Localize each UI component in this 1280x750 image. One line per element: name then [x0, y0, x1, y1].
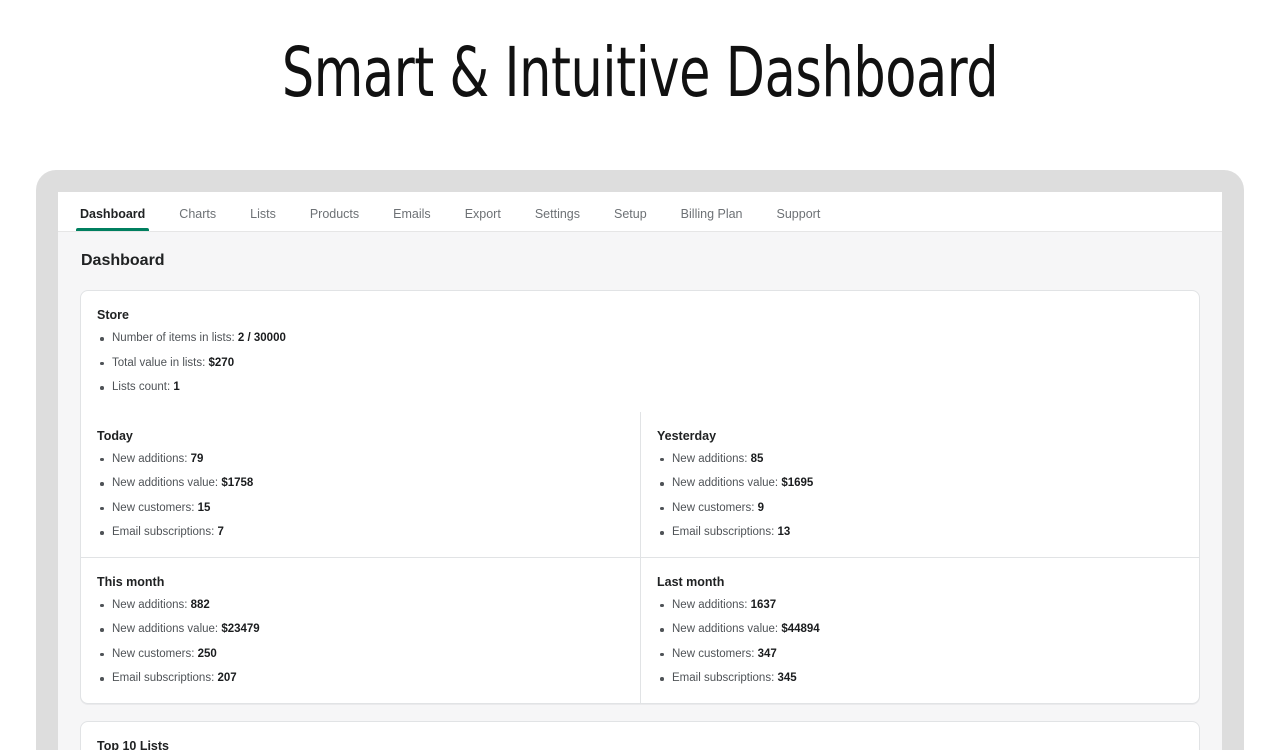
nav-tab-export[interactable]: Export: [448, 208, 518, 232]
stat-item: Email subscriptions: 13: [657, 527, 1183, 539]
stat-item: New additions value: $23479: [97, 624, 624, 636]
stat-label: New customers:: [672, 648, 758, 660]
nav-tab-emails[interactable]: Emails: [376, 208, 448, 232]
stat-label: New customers:: [112, 502, 198, 514]
stat-value: 207: [217, 672, 236, 684]
stat-value: 15: [198, 502, 211, 514]
hero-banner: Smart & Intuitive Dashboard: [0, 0, 1280, 112]
stat-label: Total value in lists:: [112, 357, 209, 369]
stat-label: Number of items in lists:: [112, 332, 238, 344]
stat-label: New additions:: [672, 453, 751, 465]
this-month-stat-list: New additions: 882 New additions value: $…: [97, 600, 624, 685]
stat-value: 882: [191, 599, 210, 611]
stat-item: Lists count: 1: [97, 382, 1183, 394]
yesterday-stat-list: New additions: 85 New additions value: $1…: [657, 454, 1183, 539]
stat-value: $1695: [781, 477, 813, 489]
stat-label: Email subscriptions:: [112, 526, 217, 538]
stat-item: Email subscriptions: 207: [97, 673, 624, 685]
stat-item: New additions value: $1758: [97, 478, 624, 490]
stat-label: New additions value:: [112, 623, 221, 635]
stat-value: 7: [217, 526, 223, 538]
stat-item: New additions: 1637: [657, 600, 1183, 612]
top-lists-title: Top 10 Lists: [97, 739, 1183, 750]
store-section-title: Store: [97, 308, 1183, 322]
stat-label: Email subscriptions:: [672, 672, 777, 684]
today-stat-list: New additions: 79 New additions value: $1…: [97, 454, 624, 539]
page-body: Dashboard Store Number of items in lists…: [58, 232, 1222, 750]
stat-item: New customers: 250: [97, 649, 624, 661]
yesterday-section-title: Yesterday: [657, 429, 1183, 443]
stat-item: New customers: 9: [657, 503, 1183, 515]
stat-value: 13: [777, 526, 790, 538]
stat-value: 85: [751, 453, 764, 465]
page-hero-title: Smart & Intuitive Dashboard: [115, 36, 1165, 112]
stat-item: New customers: 347: [657, 649, 1183, 661]
top-lists-header: Top 10 Lists Customer Items Value: [81, 722, 1199, 750]
last-month-section-title: Last month: [657, 575, 1183, 589]
main-nav-tabs: DashboardChartsListsProductsEmailsExport…: [58, 192, 1222, 232]
today-section: Today New additions: 79 New additions val…: [81, 412, 640, 557]
stat-value: 1637: [751, 599, 777, 611]
stat-item: New additions value: $44894: [657, 624, 1183, 636]
stat-value: 1: [173, 381, 179, 393]
stat-label: New additions:: [112, 599, 191, 611]
store-stat-list: Number of items in lists: 2 / 30000 Total…: [97, 333, 1183, 394]
stat-label: New additions:: [112, 453, 191, 465]
stat-item: Email subscriptions: 345: [657, 673, 1183, 685]
stat-value: 79: [191, 453, 204, 465]
page-title: Dashboard: [81, 252, 1200, 270]
stat-value: $23479: [221, 623, 259, 635]
stat-value: $44894: [781, 623, 819, 635]
device-frame: DashboardChartsListsProductsEmailsExport…: [36, 170, 1244, 750]
today-section-title: Today: [97, 429, 624, 443]
stat-item: Number of items in lists: 2 / 30000: [97, 333, 1183, 345]
store-section: Store Number of items in lists: 2 / 3000…: [81, 291, 1199, 412]
stat-label: New additions value:: [672, 623, 781, 635]
stat-item: New additions value: $1695: [657, 478, 1183, 490]
nav-tab-dashboard[interactable]: Dashboard: [63, 208, 162, 232]
stat-label: New customers:: [112, 648, 198, 660]
stat-value: $1758: [221, 477, 253, 489]
stat-label: Email subscriptions:: [112, 672, 217, 684]
nav-tab-setup[interactable]: Setup: [597, 208, 664, 232]
stat-item: New additions: 79: [97, 454, 624, 466]
stat-item: New additions: 882: [97, 600, 624, 612]
stat-item: Total value in lists: $270: [97, 358, 1183, 370]
nav-tab-billing-plan[interactable]: Billing Plan: [664, 208, 760, 232]
last-month-stat-list: New additions: 1637 New additions value: …: [657, 600, 1183, 685]
stat-label: New additions:: [672, 599, 751, 611]
last-month-section: Last month New additions: 1637New additi…: [640, 558, 1199, 703]
today-yesterday-row: Today New additions: 79New additions val…: [81, 412, 1199, 557]
month-row: This month New additions: 882New additio…: [81, 557, 1199, 703]
this-month-section: This month New additions: 882New additio…: [81, 558, 640, 703]
nav-tab-settings[interactable]: Settings: [518, 208, 597, 232]
stat-label: New additions value:: [672, 477, 781, 489]
stat-label: Email subscriptions:: [672, 526, 777, 538]
nav-tab-lists[interactable]: Lists: [233, 208, 293, 232]
stat-label: New customers:: [672, 502, 758, 514]
stat-item: New additions: 85: [657, 454, 1183, 466]
stat-value: 345: [777, 672, 796, 684]
stat-item: Email subscriptions: 7: [97, 527, 624, 539]
stat-label: New additions value:: [112, 477, 221, 489]
top-lists-card: Top 10 Lists Customer Items Value: [80, 721, 1200, 750]
nav-tab-products[interactable]: Products: [293, 208, 376, 232]
app-screen: DashboardChartsListsProductsEmailsExport…: [58, 192, 1222, 750]
stat-label: Lists count:: [112, 381, 173, 393]
yesterday-section: Yesterday New additions: 85New additions…: [640, 412, 1199, 557]
this-month-section-title: This month: [97, 575, 624, 589]
stat-value: 347: [758, 648, 777, 660]
metrics-card: Store Number of items in lists: 2 / 3000…: [80, 290, 1200, 704]
nav-tab-charts[interactable]: Charts: [162, 208, 233, 232]
stat-item: New customers: 15: [97, 503, 624, 515]
nav-tab-support[interactable]: Support: [760, 208, 838, 232]
stat-value: 250: [198, 648, 217, 660]
stat-value: 9: [758, 502, 764, 514]
stat-value: $270: [209, 357, 235, 369]
stat-value: 2 / 30000: [238, 332, 286, 344]
